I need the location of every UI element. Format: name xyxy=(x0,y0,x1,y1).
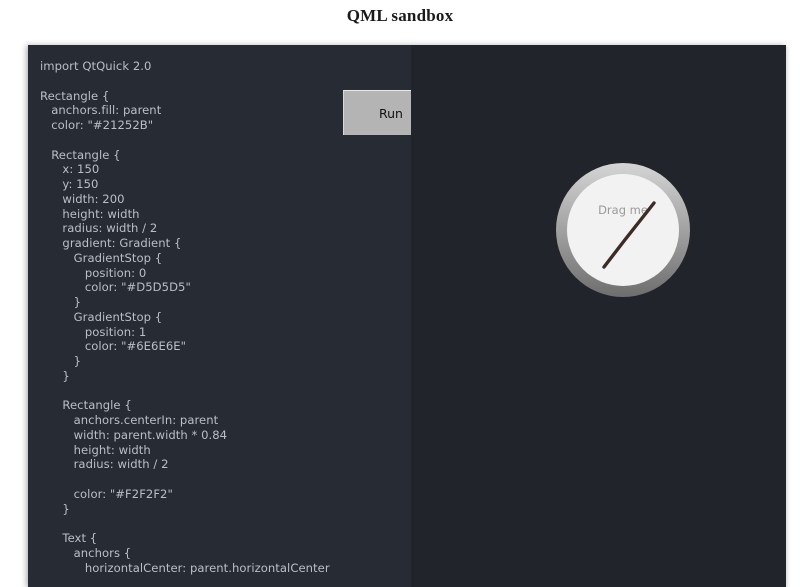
page-title: QML sandbox xyxy=(346,6,454,25)
gauge-needle-icon[interactable] xyxy=(556,163,690,297)
qml-code-text[interactable]: import QtQuick 2.0 Rectangle { anchors.f… xyxy=(40,59,411,575)
gauge-dial[interactable]: Drag me xyxy=(556,163,690,297)
qml-preview-panel: Drag me xyxy=(411,45,786,587)
qml-sandbox-window: import QtQuick 2.0 Rectangle { anchors.f… xyxy=(28,45,786,587)
